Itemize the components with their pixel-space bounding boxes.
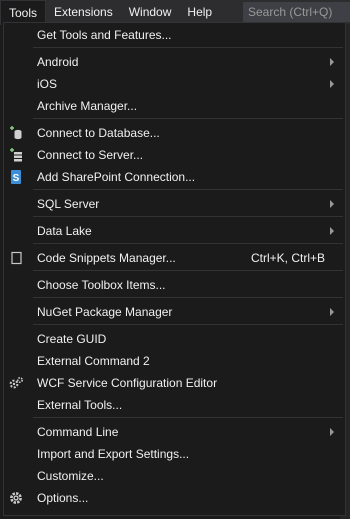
menu-item-label: iOS: [37, 77, 58, 91]
menu-item-shortcut: Ctrl+K, Ctrl+B: [250, 251, 325, 265]
menu-item-add-sharepoint[interactable]: S Add SharePoint Connection...: [4, 166, 345, 188]
menu-item-label: Add SharePoint Connection...: [37, 170, 196, 184]
menu-item-data-lake[interactable]: Data Lake: [4, 220, 345, 242]
menu-item-label: Import and Export Settings...: [37, 447, 190, 461]
menu-item-label: SQL Server: [37, 197, 100, 211]
svg-text:S: S: [13, 173, 20, 184]
menu-item-label: Create GUID: [37, 332, 107, 346]
menu-item-import-export[interactable]: Import and Export Settings...: [4, 443, 345, 465]
menu-separator: [33, 216, 343, 217]
menu-item-connect-server[interactable]: Connect to Server...: [4, 144, 345, 166]
menu-item-nuget[interactable]: NuGet Package Manager: [4, 301, 345, 323]
menu-bar: Tools Extensions Window Help Search (Ctr…: [0, 0, 350, 25]
menu-item-android[interactable]: Android: [4, 51, 345, 73]
menu-item-label: Choose Toolbox Items...: [37, 278, 166, 292]
menu-item-command-line[interactable]: Command Line: [4, 421, 345, 443]
search-input[interactable]: Search (Ctrl+Q): [243, 2, 350, 22]
wcf-config-icon: [8, 375, 24, 391]
submenu-arrow-icon: [330, 227, 334, 235]
menu-separator: [33, 270, 343, 271]
menu-item-label: Options...: [37, 491, 89, 505]
menu-item-create-guid[interactable]: Create GUID: [4, 328, 345, 350]
submenu-arrow-icon: [330, 80, 334, 88]
tools-dropdown-menu: Get Tools and Features... Android iOS Ar…: [3, 22, 346, 516]
sharepoint-icon: S: [8, 169, 24, 185]
submenu-arrow-icon: [330, 200, 334, 208]
submenu-arrow-icon: [330, 58, 334, 66]
menu-window[interactable]: Window: [121, 0, 180, 24]
menu-item-customize[interactable]: Customize...: [4, 465, 345, 487]
menu-item-get-tools[interactable]: Get Tools and Features...: [4, 24, 345, 46]
menu-item-code-snippets[interactable]: Code Snippets Manager... Ctrl+K, Ctrl+B: [4, 247, 345, 269]
menu-item-label: External Tools...: [37, 398, 123, 412]
code-snippets-icon: [8, 250, 24, 266]
menu-item-label: Connect to Server...: [37, 148, 144, 162]
submenu-arrow-icon: [330, 428, 334, 436]
menu-item-archive-manager[interactable]: Archive Manager...: [4, 95, 345, 117]
menu-separator: [33, 47, 343, 48]
menu-item-label: Get Tools and Features...: [37, 28, 172, 42]
menu-separator: [33, 118, 343, 119]
menu-item-label: Android: [37, 55, 79, 69]
menu-item-label: External Command 2: [37, 354, 150, 368]
menu-item-options[interactable]: Options...: [4, 487, 345, 509]
menu-item-label: Archive Manager...: [37, 99, 138, 113]
menu-item-sql-server[interactable]: SQL Server: [4, 193, 345, 215]
add-server-icon: [8, 147, 24, 163]
menu-separator: [33, 243, 343, 244]
menu-separator: [33, 189, 343, 190]
menu-item-external-command-2[interactable]: External Command 2: [4, 350, 345, 372]
menu-item-ios[interactable]: iOS: [4, 73, 345, 95]
menu-separator: [33, 417, 343, 418]
menu-tools[interactable]: Tools: [0, 0, 47, 25]
menu-separator: [33, 324, 343, 325]
menu-separator: [33, 297, 343, 298]
menu-item-label: Command Line: [37, 425, 119, 439]
menu-item-choose-toolbox[interactable]: Choose Toolbox Items...: [4, 274, 345, 296]
menu-item-connect-database[interactable]: Connect to Database...: [4, 122, 345, 144]
menu-item-wcf-editor[interactable]: WCF Service Configuration Editor: [4, 372, 345, 394]
gear-icon: [8, 490, 24, 506]
menu-item-label: NuGet Package Manager: [37, 305, 173, 319]
menu-item-external-tools[interactable]: External Tools...: [4, 394, 345, 416]
submenu-arrow-icon: [330, 308, 334, 316]
add-database-icon: [8, 125, 24, 141]
menu-item-label: Customize...: [37, 469, 104, 483]
menu-item-label: Code Snippets Manager...: [37, 251, 176, 265]
menu-item-label: WCF Service Configuration Editor: [37, 376, 218, 390]
menu-item-label: Data Lake: [37, 224, 92, 238]
menu-help[interactable]: Help: [179, 0, 220, 24]
menu-extensions[interactable]: Extensions: [46, 0, 121, 24]
menu-item-label: Connect to Database...: [37, 126, 160, 140]
